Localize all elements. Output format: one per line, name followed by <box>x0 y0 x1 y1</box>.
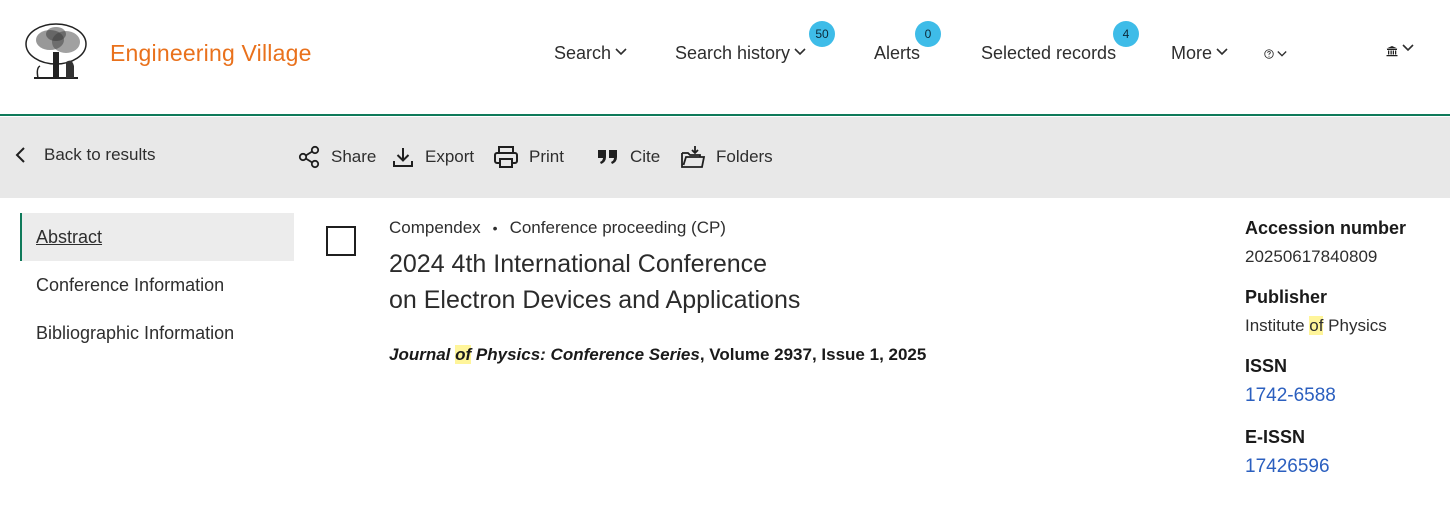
record-title: 2024 4th International Conference on Ele… <box>389 246 909 318</box>
record-toolbar: Back to results Share Export Print Cite <box>0 117 1450 198</box>
section-nav-conference-information[interactable]: Conference Information <box>20 261 294 309</box>
publisher-value: Institute of Physics <box>1245 316 1445 336</box>
section-nav-bibliographic-information[interactable]: Bibliographic Information <box>20 309 294 357</box>
search-term-highlight: of <box>1309 316 1324 335</box>
eissn-link[interactable]: 17426596 <box>1245 456 1445 478</box>
section-nav: Abstract Conference Information Bibliogr… <box>20 213 294 357</box>
chevron-down-icon <box>1277 51 1287 57</box>
source-journal: Journal of Physics: Conference Series <box>389 345 700 364</box>
search-history-count-badge: 50 <box>809 21 835 47</box>
eissn-label: E-ISSN <box>1245 427 1306 447</box>
brand-name[interactable]: Engineering Village <box>110 40 312 67</box>
publisher-label: Publisher <box>1245 287 1328 307</box>
institution-menu-button[interactable] <box>1386 40 1414 62</box>
search-term-highlight: of <box>455 345 472 364</box>
source-volume-issue-year: , Volume 2937, Issue 1, 2025 <box>699 345 927 364</box>
cite-label: Cite <box>630 147 661 166</box>
nav-search[interactable]: Search <box>554 43 627 64</box>
quote-icon <box>598 150 617 164</box>
source-journal-part-1: Journal <box>389 345 456 364</box>
record-title-line-2: on Electron Devices and Applications <box>389 286 801 314</box>
print-label: Print <box>529 147 564 166</box>
share-button[interactable]: Share <box>297 145 376 169</box>
nav-alerts-label: Alerts <box>874 43 921 63</box>
nav-more-label: More <box>1171 43 1213 63</box>
nav-search-history-label: Search history <box>675 43 791 63</box>
nav-selected-records-label: Selected records <box>981 43 1117 63</box>
alerts-count-badge: 0 <box>915 21 941 47</box>
chevron-left-icon <box>15 147 25 163</box>
chevron-down-icon <box>794 47 806 55</box>
record-meta: Compendex • Conference proceeding (CP) <box>389 218 726 238</box>
folder-add-icon <box>681 146 706 168</box>
record-title-line-1: 2024 4th International Conference <box>389 250 768 278</box>
record-source: Journal of Physics: Conference Series, V… <box>389 345 926 365</box>
chevron-down-icon <box>615 47 627 55</box>
section-nav-abstract[interactable]: Abstract <box>20 213 294 261</box>
source-journal-part-2: Physics: Conference Series <box>471 345 700 364</box>
cite-button[interactable]: Cite <box>596 145 660 169</box>
record-details-panel: Accession number 20250617840809 Publishe… <box>1245 218 1445 498</box>
help-circle-icon <box>1264 49 1274 59</box>
institution-icon <box>1386 46 1398 57</box>
publisher-part-2: Physics <box>1323 316 1387 335</box>
chevron-down-icon <box>1402 44 1414 52</box>
folders-button[interactable]: Folders <box>680 145 773 169</box>
export-label: Export <box>425 147 475 166</box>
publisher-part-1: Institute <box>1245 316 1310 335</box>
nav-search-history[interactable]: Search history <box>675 43 806 64</box>
selected-records-count-badge: 4 <box>1113 21 1139 47</box>
top-header: Engineering Village Search Search histor… <box>0 0 1450 116</box>
database-name: Compendex <box>389 218 481 237</box>
export-button[interactable]: Export <box>391 145 474 169</box>
issn-label: ISSN <box>1245 356 1288 376</box>
nav-selected-records[interactable]: Selected records <box>981 43 1116 64</box>
issn-link[interactable]: 1742-6588 <box>1245 385 1445 407</box>
printer-icon <box>494 146 518 168</box>
folders-label: Folders <box>716 147 773 166</box>
chevron-down-icon <box>1216 47 1228 55</box>
back-to-results-label: Back to results <box>44 145 156 164</box>
separator-dot: • <box>492 220 498 236</box>
elsevier-tree-logo[interactable] <box>20 22 92 84</box>
nav-more[interactable]: More <box>1171 43 1228 64</box>
document-type: Conference proceeding (CP) <box>509 218 726 237</box>
share-icon <box>298 145 320 169</box>
share-label: Share <box>331 147 377 166</box>
print-button[interactable]: Print <box>493 145 564 169</box>
help-menu-button[interactable] <box>1264 44 1287 64</box>
nav-search-label: Search <box>554 43 612 63</box>
download-icon <box>393 148 413 167</box>
accession-number-value: 20250617840809 <box>1245 247 1378 266</box>
back-to-results-link[interactable]: Back to results <box>14 145 156 165</box>
nav-alerts[interactable]: Alerts <box>874 43 920 64</box>
accession-number-label: Accession number <box>1245 218 1407 238</box>
select-record-checkbox[interactable] <box>326 226 356 256</box>
